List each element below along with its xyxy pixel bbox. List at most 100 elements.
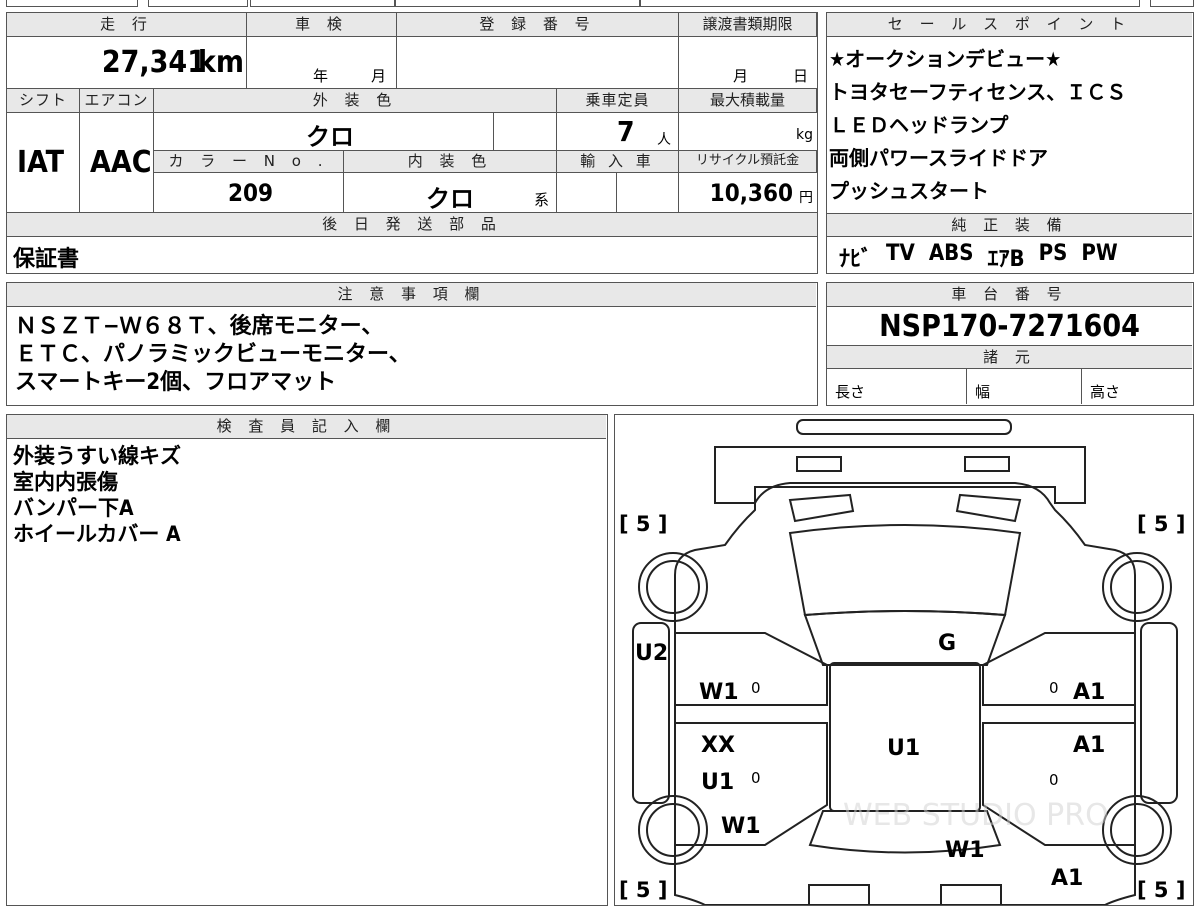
watermark: WEB STUDIO PRO <box>843 798 1109 833</box>
width-label: 幅 <box>975 383 991 401</box>
aircon-cell: AAC <box>80 113 154 213</box>
roof <box>803 610 1007 666</box>
recycle-cell: 10,360 円 <box>679 173 817 213</box>
wheel-front-right <box>1102 552 1172 622</box>
tire-tread-bl: [ 5 ] <box>619 878 667 902</box>
recycle-value: 10,360 <box>709 179 793 207</box>
notes-list: ＮＳＺＴ−Ｗ６８Ｔ、後席モニター、 ＥＴＣ、パノラミックビューモニター、 スマー… <box>15 313 411 397</box>
tire-tread-br: [ 5 ] <box>1137 878 1185 902</box>
wheel-rear-left <box>638 795 708 865</box>
recycle-header: リサイクル預託金 <box>679 151 817 173</box>
interior-color-value: クロ <box>426 185 474 213</box>
damage-zero-left-front: 0 <box>751 679 761 697</box>
inspection-cell: 年 月 <box>247 37 397 89</box>
tire-tread-tl: [ 5 ] <box>619 512 667 536</box>
body-outline <box>674 482 1136 905</box>
deadline-cell: 月 日 <box>679 37 817 89</box>
damage-u2: U2 <box>635 641 668 666</box>
vehicle-info-table: 走 行 車 検 登 録 番 号 譲渡書類期限 27,341 km 年 月 月 日… <box>6 12 818 274</box>
capacity-header: 乗車定員 <box>557 89 679 113</box>
windshield <box>788 524 1022 617</box>
notes-box: 注 意 事 項 欄 ＮＳＺＴ−Ｗ６８Ｔ、後席モニター、 ＥＴＣ、パノラミックビュ… <box>6 282 818 406</box>
sales-point-item: 両側パワースライドドア <box>829 146 1048 170</box>
front-plate-right <box>964 456 1010 472</box>
damage-a1-right-front: A1 <box>1073 680 1105 705</box>
inspector-header: 検 査 員 記 入 欄 <box>7 415 606 439</box>
mileage-unit: km <box>197 45 244 80</box>
interior-color-cell: クロ 系 <box>344 173 557 213</box>
color-no-value: 209 <box>228 179 274 207</box>
rear-bumper-left <box>808 884 870 905</box>
aircon-header: エアコン <box>80 89 154 113</box>
equipment-item: ABS <box>928 241 974 266</box>
damage-a1-bottom: A1 <box>1051 866 1083 891</box>
equipment-item: TV <box>886 241 915 266</box>
import-cell-a <box>557 173 617 213</box>
right-front-door <box>982 632 1135 706</box>
car-diagram-box: [ 5 ] [ 5 ] [ 5 ] [ 5 ] G U2 W1 0 0 A1 X… <box>614 414 1194 906</box>
inspector-note: 室内内張傷 <box>13 470 118 494</box>
genuine-equipment-header: 純 正 装 備 <box>827 213 1192 237</box>
length-label: 長さ <box>835 383 866 401</box>
headlight-left <box>788 493 855 523</box>
interior-color-header: 内 装 色 <box>344 151 557 173</box>
max-load-header: 最大積載量 <box>679 89 817 113</box>
chassis-box: 車 台 番 号 NSP170-7271604 諸 元 長さ 幅 高さ <box>826 282 1194 406</box>
sales-point-item: トヨタセーフティセンス、ＩＣＳ <box>829 80 1127 104</box>
inspector-notes: 外装うすい線キズ 室内内張傷 バンパー下A ホイールカバー A <box>13 443 181 547</box>
note-line: ＮＳＺＴ−Ｗ６８Ｔ、後席モニター、 <box>15 314 384 339</box>
damage-a1-right-mid: A1 <box>1073 733 1105 758</box>
wheel-rear-left-inner <box>646 803 700 857</box>
front-hood <box>714 446 1086 504</box>
later-parts-value: 保証書 <box>13 247 80 272</box>
wheel-front-left-inner <box>646 560 700 614</box>
right-mirror <box>1140 622 1178 804</box>
front-bumper <box>796 419 1012 435</box>
inspection-month-unit: 月 <box>371 67 387 85</box>
width-cell: 幅 <box>967 369 1082 404</box>
sales-points-box: セ ー ル ス ポ イ ン ト ★オークションデビュー★ トヨタセーフティセンス… <box>826 12 1194 274</box>
max-load-cell: kg <box>679 113 817 151</box>
color-no-header: カ ラ ー N o . <box>154 151 344 173</box>
capacity-unit: 人 <box>657 132 671 148</box>
sales-point-item: ★オークションデビュー★ <box>829 47 1062 71</box>
equipment-list: ﾅﾋﾞ TV ABS ｴｱB PS PW <box>839 241 1118 273</box>
sales-points-list: ★オークションデビュー★ トヨタセーフティセンス、ＩＣＳ ＬＥＤヘッドランプ 両… <box>829 43 1126 208</box>
wheel-rear-right <box>1102 795 1172 865</box>
shift-header: シフト <box>7 89 80 113</box>
inspector-box: 検 査 員 記 入 欄 外装うすい線キズ 室内内張傷 バンパー下A ホイールカバ… <box>6 414 608 906</box>
shift-cell: IAT <box>7 113 80 213</box>
equipment-item: ﾅﾋﾞ <box>839 247 873 272</box>
damage-w1-left-front: W1 <box>699 680 739 705</box>
damage-g: G <box>938 631 956 656</box>
tire-tread-tr: [ 5 ] <box>1137 512 1185 536</box>
height-label: 高さ <box>1090 383 1121 401</box>
damage-zero-right-front: 0 <box>1049 679 1059 697</box>
note-line: スマートキー2個、フロアマット <box>15 370 337 395</box>
sales-point-item: ＬＥＤヘッドランプ <box>829 113 1009 137</box>
rear-bumper-right <box>940 884 1002 905</box>
mileage-header: 走 行 <box>7 13 247 37</box>
exterior-color-header: 外 装 色 <box>154 89 557 113</box>
wheel-front-right-inner <box>1110 560 1164 614</box>
shift-value: IAT <box>17 145 65 180</box>
registration-header: 登 録 番 号 <box>397 13 679 37</box>
height-cell: 高さ <box>1082 369 1192 404</box>
inspector-note: バンパー下A <box>13 496 134 520</box>
specs-header: 諸 元 <box>827 345 1192 369</box>
wheel-front-left <box>638 552 708 622</box>
notes-header: 注 意 事 項 欄 <box>7 283 816 307</box>
chassis-value: NSP170-7271604 <box>879 309 1140 344</box>
damage-zero-left-rear: 0 <box>751 769 761 787</box>
inspection-year-unit: 年 <box>313 67 329 85</box>
damage-zero-right-rear: 0 <box>1049 771 1059 789</box>
front-plate-left <box>796 456 842 472</box>
load-unit: kg <box>796 127 813 143</box>
deadline-day-unit: 日 <box>793 67 809 85</box>
car-diagram: [ 5 ] [ 5 ] [ 5 ] [ 5 ] G U2 W1 0 0 A1 X… <box>619 419 1185 905</box>
equipment-item: PS <box>1038 241 1068 266</box>
note-line: ＥＴＣ、パノラミックビューモニター、 <box>15 342 411 367</box>
transfer-deadline-header: 譲渡書類期限 <box>679 13 817 37</box>
aircon-value: AAC <box>90 145 152 180</box>
interior-color-suffix: 系 <box>534 191 550 209</box>
